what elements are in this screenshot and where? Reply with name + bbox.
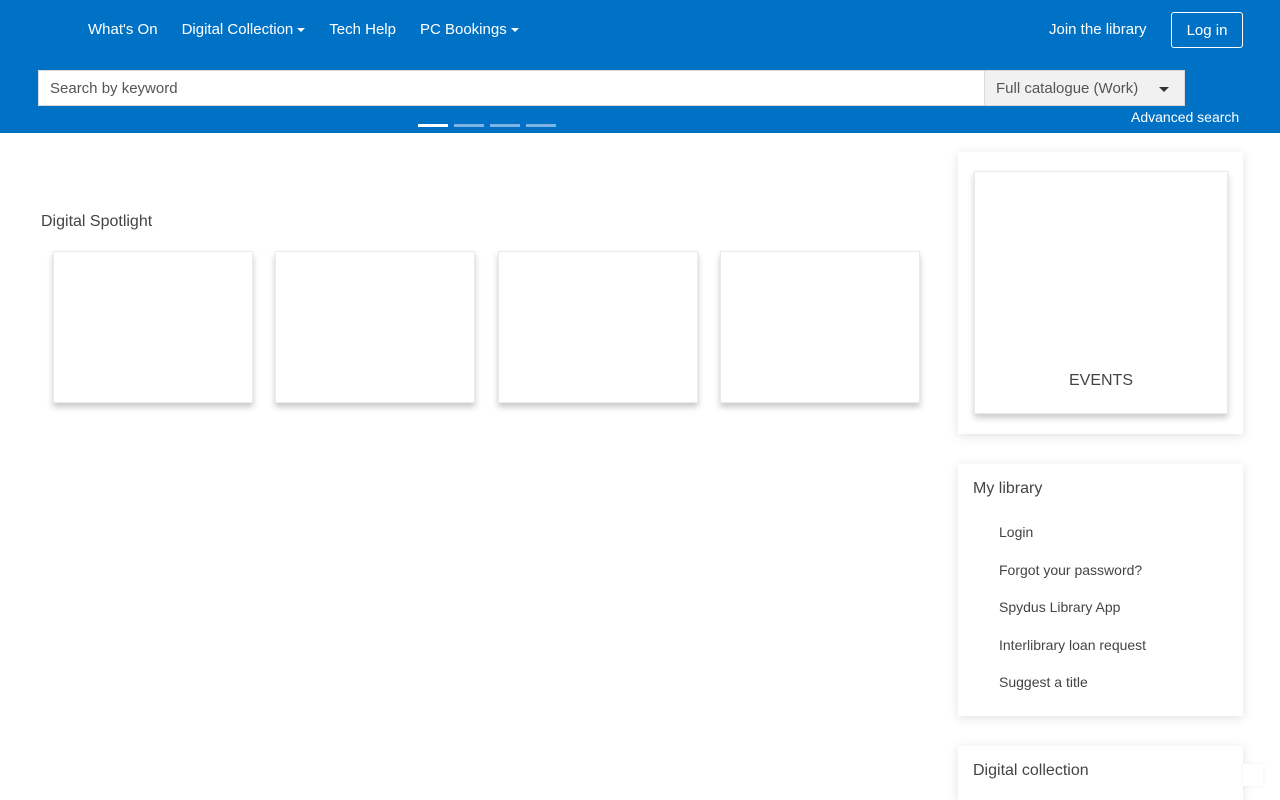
caret-down-icon (297, 28, 306, 32)
main-nav: What's On Digital Collection Tech Help P… (76, 0, 531, 60)
scroll-edge (1243, 764, 1263, 786)
carousel-indicator[interactable] (490, 124, 520, 127)
digital-collection-panel: Digital collection (958, 746, 1243, 800)
digital-collection-heading: Digital collection (973, 762, 1089, 779)
login-link[interactable]: Login (999, 523, 1033, 541)
nav-item-label: Tech Help (329, 21, 396, 38)
nav-item-label: Digital Collection (181, 21, 294, 38)
nav-item-tech-help[interactable]: Tech Help (317, 20, 408, 40)
nav-item-digital-collection[interactable]: Digital Collection (170, 20, 318, 40)
carousel-indicator[interactable] (526, 124, 556, 127)
carousel-indicator[interactable] (454, 124, 484, 127)
my-library-panel: My library Login Forgot your password? S… (958, 464, 1243, 716)
spotlight-tile[interactable] (498, 251, 698, 403)
events-label: EVENTS (1068, 372, 1133, 389)
events-panel: EVENTS (958, 152, 1243, 434)
suggest-title-link[interactable]: Suggest a title (999, 673, 1088, 691)
search-scope-select[interactable]: Full catalogue (Work) (984, 70, 1185, 106)
nav-item-label: PC Bookings (419, 21, 507, 38)
spotlight-tile[interactable] (53, 251, 253, 403)
caret-down-icon (1159, 87, 1169, 92)
join-library-link[interactable]: Join the library (1049, 20, 1147, 40)
login-button[interactable]: Log in (1171, 12, 1243, 48)
search-scope-value: Full catalogue (Work) (996, 79, 1139, 97)
spotlight-tile[interactable] (720, 251, 920, 403)
events-card[interactable]: EVENTS (974, 171, 1228, 414)
my-library-heading: My library (973, 480, 1043, 497)
digital-spotlight-heading: Digital Spotlight (41, 213, 153, 230)
nav-item-pc-bookings[interactable]: PC Bookings (408, 20, 531, 40)
caret-down-icon (510, 28, 519, 32)
interlibrary-loan-link[interactable]: Interlibrary loan request (999, 636, 1146, 654)
spotlight-tile[interactable] (275, 251, 475, 403)
spydus-app-link[interactable]: Spydus Library App (999, 598, 1120, 616)
nav-item-label: What's On (88, 21, 158, 38)
advanced-search-link[interactable]: Advanced search (1131, 109, 1239, 125)
site-header: What's On Digital Collection Tech Help P… (0, 0, 1280, 133)
search-input[interactable] (38, 70, 985, 106)
carousel-indicator[interactable] (418, 124, 448, 127)
nav-item-whats-on[interactable]: What's On (76, 20, 170, 40)
forgot-password-link[interactable]: Forgot your password? (999, 561, 1142, 579)
